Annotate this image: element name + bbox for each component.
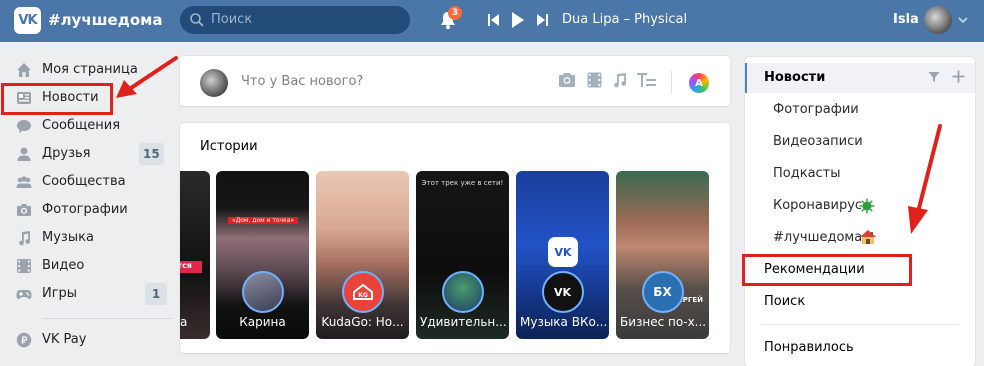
sidebar-divider — [42, 318, 172, 319]
story-card[interactable]: «Дом, дом и точка» Карина — [216, 171, 309, 339]
communities-icon — [16, 176, 32, 188]
story-label: Карина — [239, 315, 286, 329]
story-card[interactable]: VK VK Музыка ВКо... — [516, 171, 609, 339]
story-avatar: KG — [341, 271, 384, 313]
music-icon[interactable] — [612, 72, 627, 88]
story-label: Музыка ВКо... — [520, 315, 608, 329]
home-icon — [17, 63, 31, 77]
sidebar-item-music[interactable]: Музыка — [0, 224, 170, 252]
notification-badge: 3 — [448, 6, 462, 20]
vk-pay-icon — [16, 332, 32, 348]
previous-track-icon[interactable] — [488, 13, 500, 27]
story-caption: Этот трек уже в сети! — [421, 179, 504, 187]
highlight-box-recommendations — [742, 254, 912, 286]
play-icon[interactable] — [511, 11, 525, 29]
red-arrow-icon — [908, 124, 942, 234]
next-track-icon[interactable] — [536, 13, 548, 27]
games-count-badge: 1 — [145, 283, 167, 305]
filter-icon[interactable] — [928, 71, 940, 83]
red-arrow-icon — [116, 56, 178, 98]
vk-logo[interactable]: VK — [14, 7, 41, 34]
user-avatar[interactable] — [924, 6, 952, 34]
article-icon[interactable] — [637, 72, 657, 88]
sidebar-item-label: Сообщения — [42, 118, 121, 133]
header-hashtag: #лучшедома — [48, 11, 163, 29]
composer-avatar — [200, 69, 228, 97]
video-icon[interactable] — [587, 72, 602, 88]
search-placeholder: Поиск — [211, 12, 253, 27]
highlight-box-news — [1, 83, 113, 115]
story-avatar — [441, 271, 484, 313]
composer-divider — [671, 70, 672, 94]
story-card[interactable]: KG KudaGo: Но... — [316, 171, 409, 339]
sidebar-item-communities[interactable]: Сообщества — [0, 168, 170, 196]
sidebar-item-games[interactable]: Игры 1 — [0, 280, 170, 308]
story-label: Бизнес по-х... — [620, 315, 707, 329]
story-label: KudaGo: Но... — [321, 315, 404, 329]
sidebar-item-label: VK Pay — [42, 332, 87, 347]
top-header: VK #лучшедома Поиск 3 Dua Lipa – Physica… — [0, 0, 984, 42]
post-composer[interactable]: Что у Вас нового? A — [180, 56, 730, 106]
filter-podcasts[interactable]: Подкасты — [773, 166, 841, 181]
sidebar-item-messages[interactable]: Сообщения — [0, 112, 170, 140]
sidebar-item-label: Музыка — [42, 230, 94, 245]
sidebar-item-video[interactable]: Видео — [0, 252, 170, 280]
kudago-logo-icon: KG — [352, 283, 373, 300]
filter-photos[interactable]: Фотографии — [773, 102, 859, 117]
sidebar-item-photos[interactable]: Фотографии — [0, 196, 170, 224]
messages-icon — [17, 120, 31, 133]
search-input[interactable]: Поиск — [180, 6, 410, 34]
story-label: а — [180, 315, 188, 329]
friends-icon — [17, 147, 31, 161]
story-card[interactable]: ется а — [180, 171, 210, 339]
story-avatar: БХ — [641, 271, 684, 313]
svg-text:KG: KG — [358, 292, 368, 299]
sidebar-item-label: Игры — [42, 286, 78, 301]
filter-videos[interactable]: Видеозаписи — [773, 134, 863, 149]
poster-icon[interactable]: A — [689, 73, 709, 93]
filter-news[interactable]: Новости — [764, 70, 825, 85]
filter-divider — [761, 324, 959, 325]
composer-placeholder[interactable]: Что у Вас нового? — [241, 74, 363, 89]
filter-search[interactable]: Поиск — [764, 294, 805, 309]
stories-title: Истории — [200, 139, 258, 154]
add-icon[interactable] — [952, 70, 965, 83]
search-icon — [190, 13, 204, 27]
filter-stay-home[interactable]: #лучшедома — [773, 230, 862, 245]
house-icon — [860, 230, 876, 244]
story-avatar: VK — [541, 271, 584, 313]
camera-icon — [17, 204, 31, 216]
sidebar-item-label: Фотографии — [42, 202, 128, 217]
now-playing-track[interactable]: Dua Lipa – Physical — [562, 12, 687, 27]
camera-icon[interactable] — [558, 72, 576, 88]
filter-liked[interactable]: Понравилось — [764, 340, 854, 355]
story-caption: «Дом, дом и точка» — [228, 217, 298, 224]
filter-coronavirus[interactable]: Коронавирус — [773, 198, 862, 213]
sidebar-item-vk-pay[interactable]: VK Pay — [0, 326, 170, 354]
vk-logo: VK — [548, 237, 578, 267]
story-card[interactable]: МИРСЕРГЕЙ БХ Бизнес по-х... — [616, 171, 709, 339]
story-card[interactable]: Этот трек уже в сети! Удивительн... — [416, 171, 509, 339]
friends-count-badge: 15 — [139, 143, 164, 165]
story-avatar — [241, 271, 284, 313]
sidebar-item-friends[interactable]: Друзья 15 — [0, 140, 170, 168]
sidebar-item-label: Видео — [42, 258, 85, 273]
chevron-down-icon[interactable] — [958, 16, 968, 24]
story-label: Удивительн... — [420, 315, 507, 329]
user-name[interactable]: Isla — [893, 12, 919, 27]
sidebar-item-label: Сообщества — [42, 174, 126, 189]
stories-block: Истории ется а «Дом, дом и точка» Карина… — [180, 123, 730, 353]
virus-icon — [859, 198, 875, 214]
sidebar-item-label: Друзья — [42, 146, 91, 161]
gamepad-icon — [16, 290, 32, 299]
video-icon — [17, 259, 31, 273]
music-icon — [19, 231, 31, 246]
